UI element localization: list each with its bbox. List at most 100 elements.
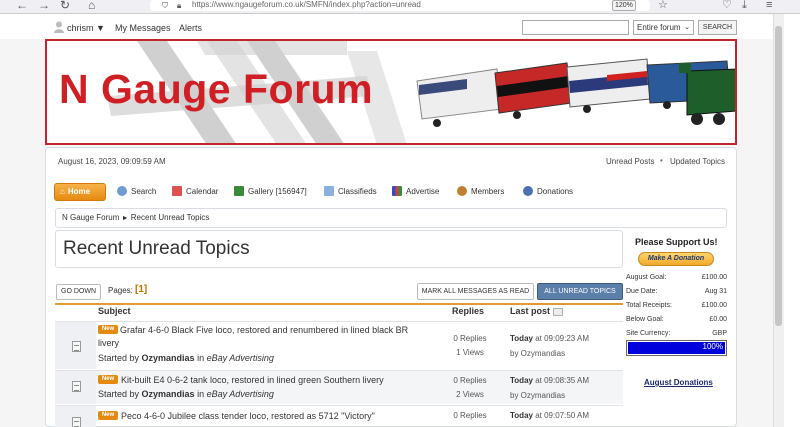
reload-icon[interactable]: ↻ xyxy=(60,0,70,11)
topic-title-line1: Grafar 4-6-0 Black Five loco, restored a… xyxy=(120,325,409,335)
updated-topics-link[interactable]: Updated Topics xyxy=(670,157,725,166)
last-post-time[interactable]: Today at 09:08:35 AM xyxy=(510,376,589,385)
menu-donations[interactable]: Donations xyxy=(523,183,573,201)
back-icon[interactable]: ← xyxy=(16,0,28,11)
avatar[interactable] xyxy=(54,21,64,33)
topic-title-link[interactable]: Grafar 4-6-0 Black Five loco, restored a… xyxy=(98,324,418,350)
last-post-day: Today xyxy=(510,376,533,385)
menu-advertise[interactable]: Advertise xyxy=(392,183,439,201)
board-link[interactable]: eBay Advertising xyxy=(207,353,274,363)
starter-link[interactable]: Ozymandias xyxy=(142,353,195,363)
chevron-down-icon: ⌄ xyxy=(684,24,690,31)
calendar-icon xyxy=(172,186,182,196)
donation-value: £0.00 xyxy=(709,316,727,323)
menu-gallery[interactable]: Gallery [156947] xyxy=(234,183,307,201)
rss-icon[interactable] xyxy=(553,308,563,316)
menu-calendar-label: Calendar xyxy=(186,187,219,196)
donation-progress-text: 100% xyxy=(702,342,723,351)
members-icon xyxy=(457,186,467,196)
go-down-button[interactable]: GO DOWN xyxy=(56,284,101,300)
donation-row: Due Date: Aug 31 xyxy=(626,288,727,295)
menu-members[interactable]: Members xyxy=(457,183,504,201)
topic-icon xyxy=(72,417,81,427)
support-title: Please Support Us! xyxy=(635,237,718,247)
replies-column-header[interactable]: Replies xyxy=(452,306,484,316)
donation-label: August Goal: xyxy=(626,274,667,281)
browser-toolbar: ← → ↻ ⌂ ⛉ 🔒︎ https://www.ngaugeforum.co.… xyxy=(0,0,800,14)
shield-icon: ⛉ xyxy=(162,1,168,10)
new-badge[interactable]: New xyxy=(98,411,118,420)
started-by-label: Started by xyxy=(98,353,140,363)
home-icon: ⌂ xyxy=(60,187,65,196)
new-badge[interactable]: New xyxy=(98,375,118,384)
user-bar: chrism ▼ My Messages Alerts Entire forum… xyxy=(0,14,773,39)
august-donations-link[interactable]: August Donations xyxy=(644,378,713,387)
starter-link[interactable]: Ozymandias xyxy=(142,389,195,399)
in-label: in xyxy=(197,353,205,363)
search-input[interactable] xyxy=(522,20,629,35)
search-scope-value: Entire forum xyxy=(637,23,681,32)
search-scope-select[interactable]: Entire forum ⌄ xyxy=(633,20,694,35)
unread-posts-link[interactable]: Unread Posts xyxy=(606,157,654,166)
menu-icon[interactable]: ≡ xyxy=(766,0,772,11)
home-icon[interactable]: ⌂ xyxy=(88,0,95,11)
topic-title-link[interactable]: Kit-built E4 0-6-2 tank loco, restored i… xyxy=(121,374,384,387)
lock-icon: 🔒︎ xyxy=(177,1,182,10)
topic-title-line2: livery xyxy=(98,338,120,348)
my-messages-link[interactable]: My Messages xyxy=(115,23,171,33)
pocket-icon[interactable]: ♡ xyxy=(722,0,732,11)
caret-down-icon: ▼ xyxy=(96,23,105,33)
make-donation-button[interactable]: Make A Donation xyxy=(638,252,714,266)
last-post-column-header[interactable]: Last post xyxy=(510,306,550,316)
breadcrumb-arrow-icon: ► xyxy=(121,215,129,222)
last-post-author[interactable]: by Ozymandias xyxy=(510,391,565,400)
forum-banner[interactable]: N Gauge Forum xyxy=(45,39,737,145)
last-post-clock: at 09:07:50 AM xyxy=(535,411,590,420)
breadcrumb-root[interactable]: N Gauge Forum xyxy=(62,213,119,222)
mark-all-read-button[interactable]: MARK ALL MESSAGES AS READ xyxy=(417,283,534,300)
search-icon xyxy=(117,186,127,196)
scrollbar-thumb[interactable] xyxy=(775,26,782,326)
all-unread-topics-button[interactable]: ALL UNREAD TOPICS xyxy=(537,283,623,300)
pages-label: Pages: xyxy=(108,286,133,295)
topic-title-link[interactable]: Peco 4-6-0 Jubilee class tender loco, re… xyxy=(121,410,375,423)
reply-count: 0 Replies xyxy=(453,376,487,385)
board-link[interactable]: eBay Advertising xyxy=(207,389,274,399)
current-date: August 16, 2023, 09:09:59 AM xyxy=(58,157,166,166)
donation-value: £100.00 xyxy=(701,274,727,281)
last-post-time[interactable]: Today at 09:09:23 AM xyxy=(510,334,589,343)
donation-row: Below Goal: £0.00 xyxy=(626,316,727,323)
view-count: 2 Views xyxy=(456,390,484,399)
download-icon[interactable]: ⤓ xyxy=(742,0,747,11)
search-button[interactable]: SEARCH xyxy=(698,20,737,35)
bookmark-star-icon[interactable]: ☆ xyxy=(658,0,668,11)
menu-calendar[interactable]: Calendar xyxy=(172,183,218,201)
topic-starter: Started by Ozymandias in eBay Advertisin… xyxy=(98,389,274,399)
menu-advertise-label: Advertise xyxy=(406,187,440,196)
donation-label: Site Currency: xyxy=(626,330,671,337)
breadcrumb-current[interactable]: Recent Unread Topics xyxy=(131,213,210,222)
username-menu[interactable]: chrism ▼ xyxy=(67,23,105,33)
donations-icon xyxy=(523,186,533,196)
zoom-level[interactable]: 120% xyxy=(612,0,636,11)
chart-icon xyxy=(392,186,402,196)
classifieds-icon xyxy=(324,186,334,196)
last-post-time[interactable]: Today at 09:07:50 AM xyxy=(510,411,589,420)
separator: • xyxy=(660,156,663,165)
url-text: https://www.ngaugeforum.co.uk/SMFN/index… xyxy=(192,0,421,9)
started-by-label: Started by xyxy=(98,389,140,399)
window-edge xyxy=(784,14,800,427)
menu-classifieds[interactable]: Classifieds xyxy=(324,183,377,201)
menu-search[interactable]: Search xyxy=(117,183,156,201)
donation-value: £100.00 xyxy=(701,302,727,309)
last-post-day: Today xyxy=(510,411,533,420)
alerts-link[interactable]: Alerts xyxy=(179,23,202,33)
last-post-author[interactable]: by Ozymandias xyxy=(510,349,565,358)
subject-column-header[interactable]: Subject xyxy=(98,306,131,316)
page-title: Recent Unread Topics xyxy=(63,238,250,259)
topic-starter: Started by Ozymandias in eBay Advertisin… xyxy=(98,353,274,363)
forward-icon[interactable]: → xyxy=(38,0,50,11)
menu-home[interactable]: ⌂ Home xyxy=(54,183,106,201)
donation-label: Due Date: xyxy=(626,288,658,295)
current-page[interactable]: [1] xyxy=(135,284,147,295)
